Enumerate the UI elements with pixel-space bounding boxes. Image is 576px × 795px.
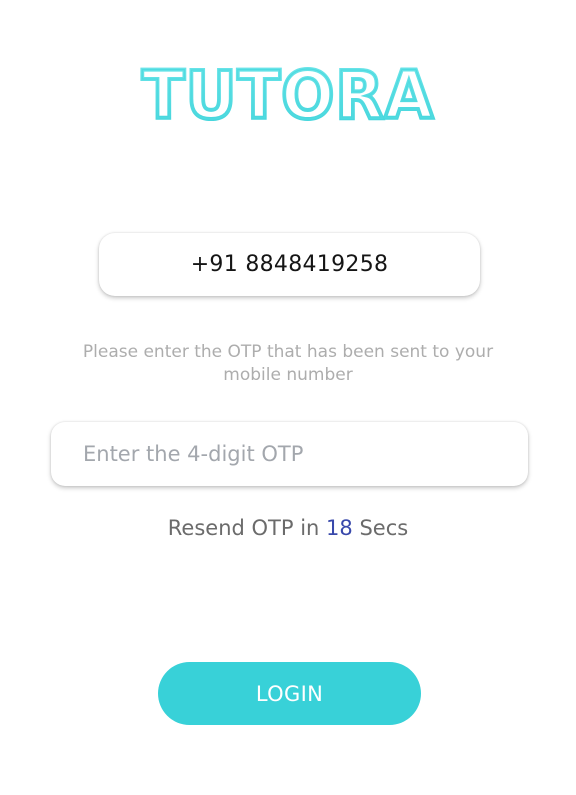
app-logo: TUTORA TUTORA [0, 56, 576, 128]
logo-text-inline: TUTORA [142, 57, 434, 128]
otp-input[interactable] [51, 422, 528, 486]
resend-suffix: Secs [359, 516, 409, 540]
tutora-logo: TUTORA TUTORA [140, 56, 435, 128]
login-button[interactable]: LOGIN [158, 662, 421, 725]
otp-field-container [51, 422, 528, 486]
resend-prefix: Resend OTP in [167, 516, 320, 540]
phone-number-display: +91 8848419258 [99, 233, 480, 296]
resend-otp-timer: Resend OTP in 18 Secs [0, 516, 576, 540]
resend-countdown: 18 [326, 516, 353, 540]
phone-number-text: +91 8848419258 [190, 252, 389, 277]
otp-instruction-text: Please enter the OTP that has been sent … [82, 342, 494, 385]
